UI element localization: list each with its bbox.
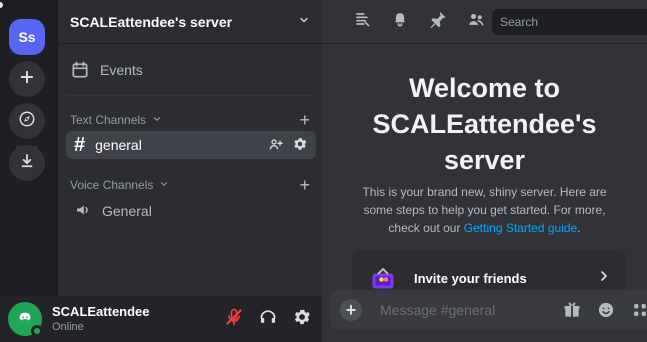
voice-channel-general[interactable]: General	[66, 197, 316, 225]
emoji-icon	[596, 302, 616, 324]
add-server-button[interactable]	[9, 61, 45, 97]
getting-started-link[interactable]: Getting Started guide	[464, 221, 577, 235]
voice-channels-category[interactable]: Voice Channels +	[70, 176, 310, 194]
text-channel-general[interactable]: # general	[66, 131, 316, 159]
microphone-muted-icon	[224, 307, 244, 332]
search-input[interactable]: Search	[492, 9, 647, 35]
discord-window: Ss SCALEattendee's server Events Text Ch…	[0, 0, 647, 342]
channel-sidebar: SCALEattendee's server Events Text Chann…	[58, 0, 322, 296]
subtitle-suffix: .	[577, 221, 581, 235]
welcome-line-1: Welcome to	[408, 73, 561, 103]
main-content: Search Welcome to SCALEattendee's server…	[322, 0, 647, 342]
user-panel: SCALEattendee Online	[0, 296, 322, 342]
active-server-label: Ss	[18, 29, 36, 45]
welcome-line-3: server	[443, 145, 526, 175]
attach-plus-button[interactable]: +	[340, 299, 362, 321]
text-channels-category[interactable]: Text Channels +	[70, 111, 310, 129]
welcome-line-2: SCALEattendee's	[372, 109, 597, 139]
apps-icon	[630, 304, 647, 324]
channel-name: General	[102, 203, 152, 219]
hash-icon: #	[74, 134, 86, 156]
user-settings-button[interactable]	[292, 309, 312, 329]
chevron-down-icon	[152, 113, 162, 127]
gift-button[interactable]	[562, 300, 582, 325]
server-title: SCALEattendee's server	[70, 13, 233, 30]
channel-toolbar: Search	[322, 0, 647, 44]
active-server-indicator	[0, 2, 3, 8]
microphone-muted-button[interactable]	[224, 307, 244, 332]
active-server-button[interactable]: Ss	[9, 19, 45, 55]
apps-button[interactable]	[630, 300, 647, 325]
create-text-channel-plus-icon[interactable]: +	[299, 111, 310, 129]
emoji-button[interactable]	[596, 300, 616, 325]
user-info[interactable]: SCALEattendee Online	[8, 302, 150, 337]
chevron-down-icon	[298, 13, 310, 31]
online-status-dot	[31, 325, 43, 337]
gear-icon	[292, 307, 312, 332]
pinned-messages-button[interactable]	[428, 9, 448, 34]
explore-servers-button[interactable]	[9, 103, 45, 139]
download-icon	[18, 152, 36, 175]
message-composer[interactable]: + Message #general	[330, 290, 647, 330]
headphones-icon	[258, 307, 278, 332]
avatar	[8, 302, 43, 337]
events-item[interactable]: Events	[70, 56, 310, 84]
message-input-placeholder: Message #general	[380, 302, 496, 318]
gear-icon[interactable]	[292, 136, 308, 155]
welcome-subtitle: This is your brand new, shiny server. He…	[348, 183, 621, 237]
server-rail: Ss	[0, 0, 58, 342]
user-status: Online	[52, 320, 84, 333]
member-list-button[interactable]	[466, 12, 486, 32]
sidebar-divider	[66, 95, 314, 96]
gift-icon	[562, 302, 582, 324]
server-header[interactable]: SCALEattendee's server	[58, 0, 322, 44]
calendar-icon	[70, 60, 90, 80]
compass-icon	[18, 110, 36, 133]
channel-name: general	[95, 137, 142, 153]
composer-actions	[562, 300, 647, 325]
pin-icon	[428, 9, 448, 34]
plus-icon	[18, 68, 36, 91]
bell-icon	[390, 9, 410, 34]
speaker-icon	[74, 201, 92, 222]
notifications-button[interactable]	[390, 12, 410, 32]
members-icon	[466, 9, 486, 34]
create-voice-channel-plus-icon[interactable]: +	[299, 176, 310, 194]
threads-button[interactable]	[352, 12, 372, 32]
events-label: Events	[100, 62, 143, 78]
chevron-right-icon	[596, 268, 612, 289]
voice-channels-label: Voice Channels	[70, 178, 154, 192]
invite-friends-label: Invite your friends	[414, 270, 527, 286]
welcome-heading: Welcome to SCALEattendee's server	[322, 70, 647, 178]
chevron-down-icon	[159, 178, 169, 192]
text-channels-label: Text Channels	[70, 113, 147, 127]
threads-icon	[352, 9, 372, 34]
deafen-button[interactable]	[258, 309, 278, 329]
search-placeholder: Search	[500, 15, 539, 29]
username: SCALEattendee	[52, 303, 150, 319]
download-apps-button[interactable]	[9, 145, 45, 181]
invite-members-icon[interactable]	[268, 136, 284, 155]
